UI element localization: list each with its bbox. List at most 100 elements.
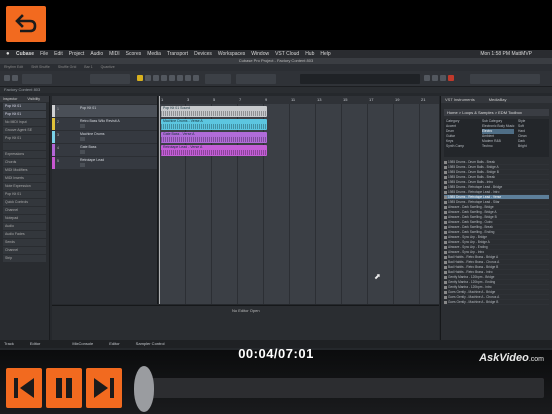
pause-button[interactable]	[46, 368, 82, 408]
track-name[interactable]: Retrotape Lead	[80, 158, 104, 162]
range-tool[interactable]	[145, 75, 151, 81]
inspector-section[interactable]: Pop Kit 01	[3, 111, 46, 118]
glue-tool[interactable]	[161, 75, 167, 81]
mute-tool[interactable]	[185, 75, 191, 81]
inspector-section[interactable]: Strip	[3, 255, 46, 262]
inspector-section[interactable]: Pop Kit 01	[3, 191, 46, 198]
skip-forward-button[interactable]	[86, 368, 122, 408]
inspector-section[interactable]: Pop Kit 01	[3, 103, 46, 110]
filter-item[interactable]: Techno	[482, 144, 514, 149]
mediabay-tab[interactable]: MediaBay	[489, 97, 507, 102]
ruler[interactable]: 1 3 5 7 9 11 13 15 17 19 21	[159, 96, 439, 104]
activate-project-button[interactable]	[4, 75, 10, 81]
inspector-section[interactable]	[3, 143, 46, 150]
menu-item[interactable]: Project	[69, 51, 85, 57]
back-button[interactable]	[6, 6, 46, 42]
part-label: Pop Kit 01 Sound	[163, 106, 191, 110]
inspector-section[interactable]: Pop Kit 01	[3, 135, 46, 142]
inspector-section[interactable]: Note Expression	[3, 183, 46, 190]
skip-back-button[interactable]	[6, 368, 42, 408]
erase-tool[interactable]	[169, 75, 175, 81]
inspector-section[interactable]: Channel	[3, 247, 46, 254]
snap-group[interactable]	[205, 74, 231, 84]
track-name[interactable]: Gate Bass	[80, 145, 96, 149]
filter-item[interactable]: Synth Comp	[446, 144, 464, 149]
menu-item[interactable]: Help	[320, 51, 330, 57]
menu-item[interactable]: Transport	[167, 51, 188, 57]
inspector-tab[interactable]: Visibility	[27, 97, 40, 101]
track-row[interactable]: 3 Machine Drums	[52, 131, 157, 143]
filter-item[interactable]: Bright	[518, 144, 527, 149]
inspector-section[interactable]: Chords	[3, 159, 46, 166]
mute-solo-buttons[interactable]	[80, 137, 85, 141]
project-cursor[interactable]	[159, 96, 160, 304]
ruler-bar-number: 3	[187, 97, 190, 102]
apple-icon[interactable]: ●	[6, 50, 10, 58]
menu-item[interactable]: MIDI	[109, 51, 120, 57]
progress-track[interactable]	[144, 378, 544, 398]
mute-solo-buttons[interactable]	[80, 150, 85, 154]
zoom-tool[interactable]	[177, 75, 183, 81]
menu-item[interactable]: File	[40, 51, 48, 57]
menu-item[interactable]: Media	[147, 51, 161, 57]
constrain-group[interactable]	[22, 74, 52, 84]
mute-solo-buttons[interactable]	[80, 124, 85, 128]
info-bar-field[interactable]: Shuffle Grid	[58, 65, 76, 69]
mute-solo-buttons[interactable]	[80, 111, 85, 115]
event-part[interactable]: Machine Drums - Verse A	[161, 119, 267, 130]
mute-solo-buttons[interactable]	[80, 163, 85, 167]
object-select-tool[interactable]	[137, 75, 143, 81]
inspector-section[interactable]: No MIDI Input	[3, 119, 46, 126]
stop-button[interactable]	[432, 75, 438, 81]
inspector-section[interactable]: Sends	[3, 239, 46, 246]
record-button[interactable]	[448, 75, 454, 81]
inspector-section[interactable]: Quick Controls	[3, 199, 46, 206]
info-bar-field[interactable]: Shift Shuffle	[31, 65, 50, 69]
track-row[interactable]: 2 Retro Bass Wilo Revisit A	[52, 118, 157, 130]
info-bar-field[interactable]: Quantize	[101, 65, 115, 69]
info-bar-field[interactable]: Bar 1	[84, 65, 92, 69]
automation-mode-select[interactable]	[90, 74, 130, 84]
menu-item[interactable]: Window	[251, 51, 269, 57]
quantize-group[interactable]	[236, 74, 276, 84]
event-part[interactable]: Gate Bass - Verse A	[161, 132, 267, 143]
mediabay-tab[interactable]: VST Instruments	[445, 97, 475, 102]
track-name[interactable]: Pop Kit 01	[80, 106, 96, 110]
track-name[interactable]: Machine Drums	[80, 132, 105, 136]
menu-item[interactable]: Workspaces	[218, 51, 245, 57]
menu-item[interactable]: Audio	[90, 51, 103, 57]
inspector-section[interactable]: Channel	[3, 207, 46, 214]
inspector-section[interactable]: MIDI Modifiers	[3, 167, 46, 174]
cycle-button[interactable]	[424, 75, 430, 81]
menu-item[interactable]: Hub	[305, 51, 314, 57]
menu-item[interactable]: VST Cloud	[275, 51, 299, 57]
split-tool[interactable]	[153, 75, 159, 81]
menu-item[interactable]: Devices	[194, 51, 212, 57]
event-display[interactable]: Pop Kit 01 Sound Machine Drums - Verse A G…	[159, 104, 439, 304]
track-row[interactable]: 4 Gate Bass	[52, 144, 157, 156]
touch-mode-button[interactable]	[12, 75, 18, 81]
result-row[interactable]: Goes Gently - Machine A - Bridge B	[444, 300, 549, 305]
event-part[interactable]: Retrotape Lead - Verse A	[161, 145, 267, 156]
inspector-section[interactable]: Expressions	[3, 151, 46, 158]
inspector-section[interactable]: Audio	[3, 223, 46, 230]
menu-item[interactable]: Cubase	[16, 51, 34, 57]
menu-item[interactable]: Edit	[54, 51, 63, 57]
project-window[interactable]: 1 3 5 7 9 11 13 15 17 19 21 Pop Kit 01 Sound Machin…	[159, 96, 439, 304]
inspector-section[interactable]: Notepad	[3, 215, 46, 222]
track-row[interactable]: 5 Retrotape Lead	[52, 157, 157, 169]
inspector-section[interactable]: MIDI Inserts	[3, 175, 46, 182]
mediabay-path[interactable]: Home > Loops & Samples > EDM Toolbox	[444, 109, 549, 116]
play-button[interactable]	[440, 75, 446, 81]
track-row[interactable]: 1 Pop Kit 01	[52, 105, 157, 117]
info-bar-field[interactable]: Rhythm Edit	[4, 65, 23, 69]
draw-tool[interactable]	[193, 75, 199, 81]
inspector-tab[interactable]: Inspector	[3, 97, 17, 101]
inspector-section[interactable]: Groove Agent SE	[3, 127, 46, 134]
track-name[interactable]: Retro Bass Wilo Revisit A	[80, 119, 120, 123]
zones-group[interactable]	[470, 74, 540, 84]
menu-item[interactable]: Scores	[126, 51, 142, 57]
event-part[interactable]: Pop Kit 01 Sound	[161, 106, 267, 117]
progress-scrubber[interactable]	[134, 366, 154, 412]
inspector-section[interactable]: Audio Fades	[3, 231, 46, 238]
